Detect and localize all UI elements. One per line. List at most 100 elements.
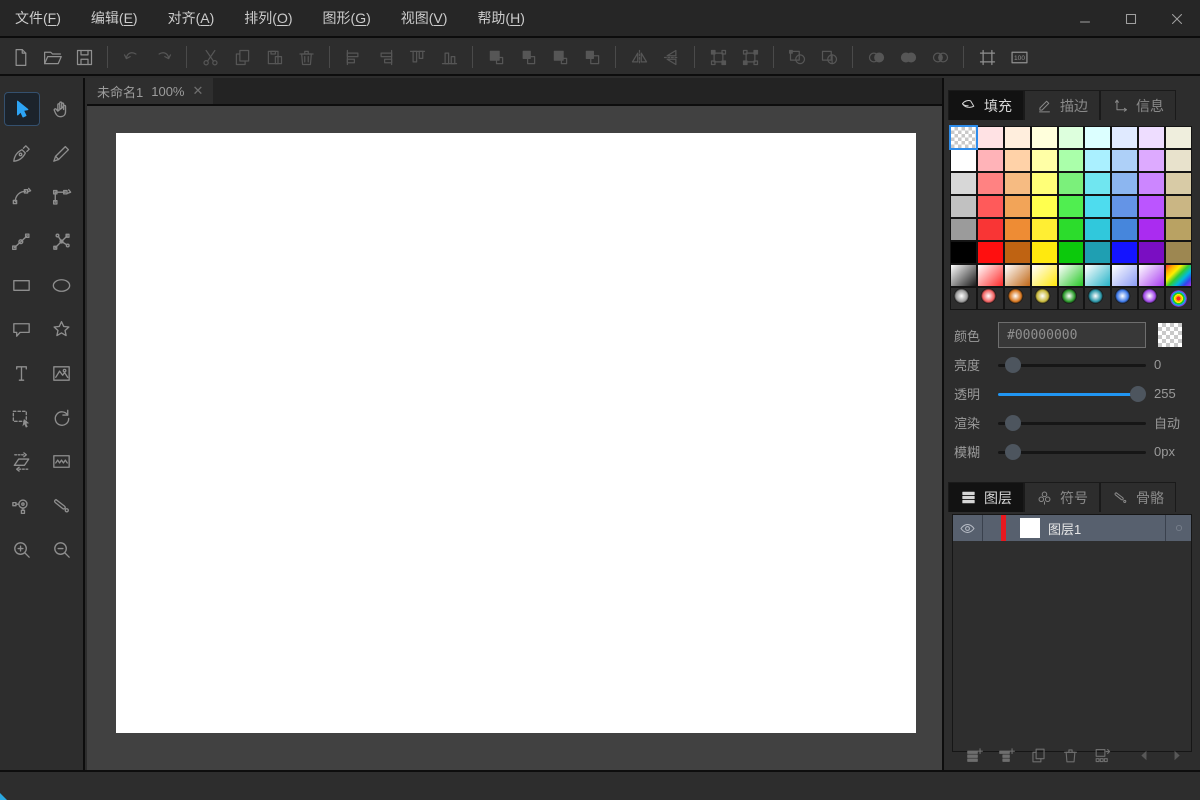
tool-fill-transform[interactable] xyxy=(4,488,40,522)
palette-swatch[interactable] xyxy=(1031,219,1057,240)
tool-nodes[interactable] xyxy=(44,224,80,258)
tool-curve[interactable] xyxy=(4,180,40,214)
palette-swatch[interactable] xyxy=(1166,288,1191,309)
tool-knife[interactable] xyxy=(44,488,80,522)
palette-swatch[interactable] xyxy=(1139,173,1165,194)
trim-shapes-button[interactable] xyxy=(814,43,844,71)
palette-swatch[interactable] xyxy=(1058,196,1084,217)
palette-swatch[interactable] xyxy=(1112,150,1138,171)
palette-swatch[interactable] xyxy=(1031,265,1057,286)
tool-envelope[interactable] xyxy=(44,444,80,478)
maximize-button[interactable] xyxy=(1108,0,1154,38)
slider-track[interactable] xyxy=(998,443,1146,460)
slider-thumb[interactable] xyxy=(1004,414,1021,431)
layers-tab-图层[interactable]: 图层 xyxy=(948,482,1024,512)
drawing-canvas[interactable] xyxy=(116,133,916,733)
ungroup-button[interactable] xyxy=(735,43,765,71)
palette-swatch[interactable] xyxy=(977,150,1003,171)
palette-swatch[interactable] xyxy=(1112,127,1138,148)
prev-arrow-button[interactable] xyxy=(1135,746,1154,765)
menu-item-对齐[interactable]: 对齐(A) xyxy=(153,0,230,37)
palette-swatch[interactable] xyxy=(1112,196,1138,217)
union-button[interactable] xyxy=(861,43,891,71)
palette-swatch[interactable] xyxy=(1166,196,1191,217)
fill-tab-描边[interactable]: 描边 xyxy=(1024,90,1100,120)
flip-horizontal-button[interactable] xyxy=(624,43,654,71)
palette-swatch[interactable] xyxy=(977,242,1003,263)
align-top-button[interactable] xyxy=(402,43,432,71)
palette-swatch[interactable] xyxy=(951,265,976,286)
fill-tab-填充[interactable]: 填充 xyxy=(948,90,1024,120)
palette-swatch[interactable] xyxy=(1112,265,1138,286)
palette-swatch[interactable] xyxy=(1139,150,1165,171)
intersect-button[interactable] xyxy=(893,43,923,71)
palette-swatch[interactable] xyxy=(1085,288,1111,309)
palette-swatch[interactable] xyxy=(1085,265,1111,286)
palette-swatch[interactable] xyxy=(1139,127,1165,148)
layer-row[interactable]: 图层1 xyxy=(953,515,1191,541)
bring-to-front-button[interactable] xyxy=(481,43,511,71)
tool-polyline[interactable] xyxy=(44,180,80,214)
tool-pen[interactable] xyxy=(4,136,40,170)
fill-tab-信息[interactable]: 信息 xyxy=(1100,90,1176,120)
palette-swatch[interactable] xyxy=(1058,127,1084,148)
palette-swatch[interactable] xyxy=(1004,219,1030,240)
slider-thumb[interactable] xyxy=(1130,385,1146,402)
palette-swatch[interactable] xyxy=(1058,265,1084,286)
palette-swatch[interactable] xyxy=(1004,150,1030,171)
tool-zoom-out[interactable] xyxy=(44,532,80,566)
palette-swatch[interactable] xyxy=(1166,265,1191,286)
slider-track[interactable] xyxy=(998,356,1146,373)
menu-item-文件[interactable]: 文件(F) xyxy=(0,0,76,37)
exclude-button[interactable] xyxy=(925,43,955,71)
slider-thumb[interactable] xyxy=(1004,356,1021,373)
palette-swatch[interactable] xyxy=(951,173,976,194)
palette-swatch[interactable] xyxy=(951,242,976,263)
color-hex-input[interactable] xyxy=(998,322,1146,348)
duplicate-layer-button[interactable] xyxy=(1029,746,1048,765)
palette-swatch[interactable] xyxy=(1112,219,1138,240)
undo-button[interactable] xyxy=(116,43,146,71)
menu-item-图形[interactable]: 图形(G) xyxy=(308,0,386,37)
add-layer-button[interactable] xyxy=(965,746,984,765)
next-arrow-button[interactable] xyxy=(1167,746,1186,765)
palette-swatch[interactable] xyxy=(1031,196,1057,217)
palette-swatch[interactable] xyxy=(977,127,1003,148)
palette-swatch[interactable] xyxy=(1112,242,1138,263)
current-color-swatch[interactable] xyxy=(1158,323,1182,347)
tool-callout[interactable] xyxy=(4,312,40,346)
layer-target-circle[interactable] xyxy=(1165,515,1191,541)
palette-swatch[interactable] xyxy=(951,196,976,217)
send-to-back-button[interactable] xyxy=(577,43,607,71)
palette-swatch[interactable] xyxy=(1085,173,1111,194)
palette-swatch[interactable] xyxy=(1085,196,1111,217)
palette-swatch[interactable] xyxy=(1085,219,1111,240)
palette-swatch[interactable] xyxy=(1031,127,1057,148)
palette-swatch[interactable] xyxy=(1058,242,1084,263)
menu-item-帮助[interactable]: 帮助(H) xyxy=(462,0,539,37)
redo-button[interactable] xyxy=(148,43,178,71)
tool-rectangle[interactable] xyxy=(4,268,40,302)
tool-path-node[interactable] xyxy=(4,224,40,258)
layers-tab-符号[interactable]: 符号 xyxy=(1024,482,1100,512)
palette-swatch[interactable] xyxy=(1058,219,1084,240)
slider-track[interactable] xyxy=(998,414,1146,431)
palette-swatch[interactable] xyxy=(949,125,978,150)
palette-swatch[interactable] xyxy=(1085,242,1111,263)
palette-swatch[interactable] xyxy=(951,219,976,240)
group-button[interactable] xyxy=(703,43,733,71)
tool-zoom-in[interactable] xyxy=(4,532,40,566)
palette-swatch[interactable] xyxy=(1166,150,1191,171)
palette-swatch[interactable] xyxy=(977,173,1003,194)
palette-swatch[interactable] xyxy=(1004,127,1030,148)
palette-swatch[interactable] xyxy=(1139,265,1165,286)
palette-swatch[interactable] xyxy=(977,265,1003,286)
palette-swatch[interactable] xyxy=(977,288,1003,309)
palette-swatch[interactable] xyxy=(1085,150,1111,171)
palette-swatch[interactable] xyxy=(951,288,976,309)
align-right-button[interactable] xyxy=(370,43,400,71)
tool-rotate[interactable] xyxy=(44,400,80,434)
flip-vertical-button[interactable] xyxy=(656,43,686,71)
palette-swatch[interactable] xyxy=(951,150,976,171)
palette-swatch[interactable] xyxy=(1112,288,1138,309)
